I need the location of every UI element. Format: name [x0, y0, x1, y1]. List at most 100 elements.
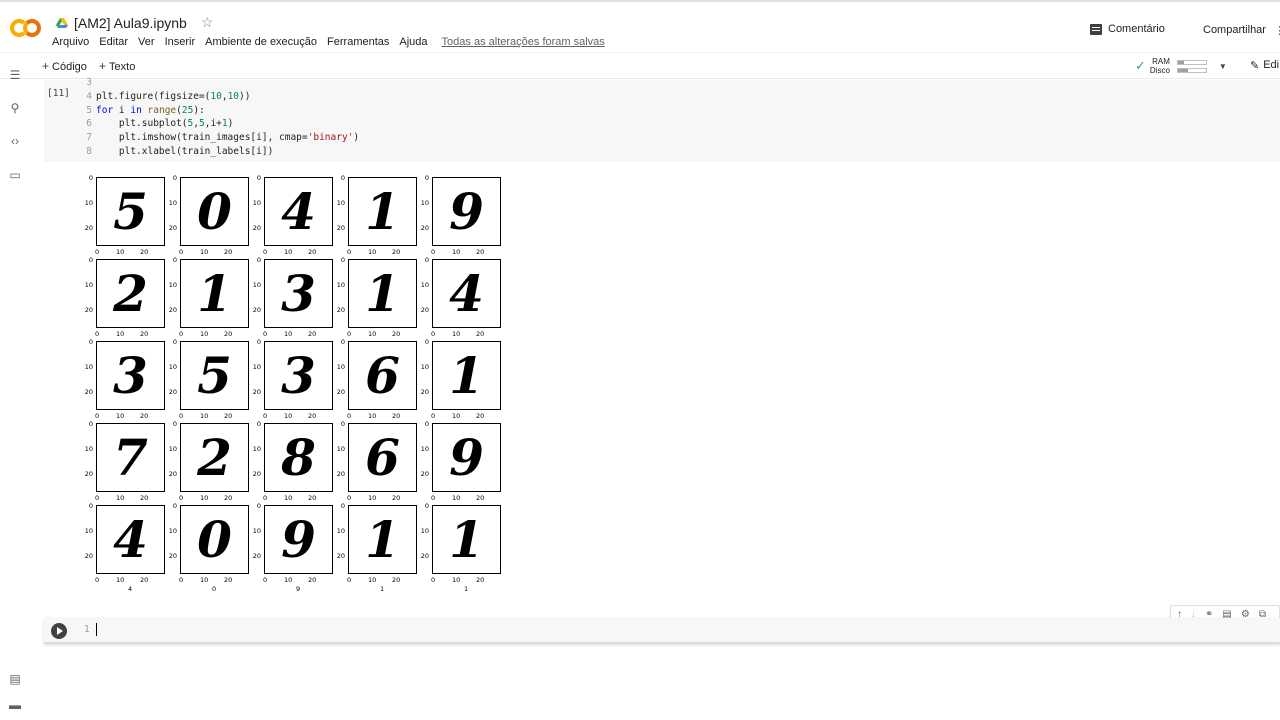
resource-indicator[interactable]: ✓ RAM Disco ▼ — [1135, 57, 1227, 75]
code-editor[interactable]: 3 4 plt.figure(figsize=(10,10)) 5 for i in r… — [82, 76, 359, 159]
y-tick-label: 20 — [420, 224, 429, 232]
y-tick-label: 20 — [336, 552, 345, 560]
code-line[interactable]: 7 plt.imshow(train_images[i], cmap='bina… — [82, 131, 359, 145]
digit-subplot: 1 — [432, 505, 501, 574]
y-tick-label: 20 — [168, 388, 177, 396]
x-tick-label: 20 — [140, 576, 149, 584]
empty-code-cell[interactable] — [44, 618, 1280, 644]
x-tick-label: 20 — [308, 412, 317, 420]
menu-item[interactable]: Inserir — [165, 36, 196, 48]
y-tick-label: 0 — [256, 338, 261, 346]
x-tick-label: 20 — [392, 494, 401, 502]
digit-image: 1 — [365, 181, 400, 241]
code-line[interactable]: 3 — [82, 76, 359, 90]
x-tick-label: 20 — [224, 248, 233, 256]
x-tick-label: 10 — [452, 412, 461, 420]
menu-item[interactable]: Arquivo — [52, 36, 89, 48]
y-tick-label: 20 — [168, 306, 177, 314]
y-tick-label: 10 — [336, 445, 345, 453]
command-palette-icon[interactable]: ▤ — [8, 672, 22, 686]
digit-subplot: 1 — [348, 259, 417, 328]
save-status[interactable]: Todas as alterações foram salvas — [442, 36, 605, 48]
menu-item[interactable]: Ajuda — [399, 36, 427, 48]
menu-item[interactable]: Ambiente de execução — [205, 36, 317, 48]
digit-image: 5 — [113, 181, 148, 241]
digit-subplot: 3 — [264, 259, 333, 328]
digit-subplot: 5 — [96, 177, 165, 246]
y-tick-label: 20 — [252, 552, 261, 560]
digit-subplot: 2 — [96, 259, 165, 328]
line-number: 6 — [86, 118, 92, 130]
y-tick-label: 20 — [336, 388, 345, 396]
digit-subplot: 9 — [432, 423, 501, 492]
search-icon[interactable]: ⚲ — [8, 101, 22, 115]
menu-item[interactable]: Editar — [99, 36, 128, 48]
digit-subplot: 1 — [348, 177, 417, 246]
share-button[interactable]: Compartilhar — [1203, 24, 1266, 36]
code-line[interactable]: 8 plt.xlabel(train_labels[i]) — [82, 145, 359, 159]
code-snippets-icon[interactable]: ‹› — [8, 134, 22, 148]
toc-icon[interactable]: ☰ — [8, 68, 22, 82]
digit-image: 9 — [281, 509, 316, 569]
digit-image: 0 — [197, 509, 232, 569]
x-tick-label: 10 — [200, 494, 209, 502]
notebook-toolbar: + Código + Texto ✓ RAM Disco ▼ ✎ Edi — [0, 52, 1280, 79]
y-tick-label: 10 — [168, 445, 177, 453]
y-tick-label: 10 — [420, 527, 429, 535]
y-tick-label: 0 — [88, 256, 93, 264]
code-line[interactable]: 5 for i in range(25): — [82, 104, 359, 118]
line-number: 5 — [86, 104, 92, 116]
menu-item[interactable]: Ver — [138, 36, 155, 48]
y-tick-label: 0 — [340, 174, 345, 182]
line-number: 4 — [86, 90, 92, 102]
x-tick-label: 10 — [116, 576, 125, 584]
digit-image: 4 — [281, 181, 316, 241]
x-tick-label: 10 — [368, 576, 377, 584]
digit-subplot: 9 — [432, 177, 501, 246]
add-code-button[interactable]: + Código — [42, 59, 87, 73]
digit-subplot: 1 — [348, 505, 417, 574]
add-text-button[interactable]: + Texto — [99, 59, 135, 73]
x-tick-label: 0 — [347, 248, 352, 256]
y-tick-label: 0 — [88, 420, 93, 428]
star-icon[interactable]: ☆ — [201, 14, 214, 31]
y-tick-label: 10 — [420, 281, 429, 289]
check-icon: ✓ — [1135, 58, 1146, 73]
digit-subplot: 4 — [432, 259, 501, 328]
y-tick-label: 20 — [420, 388, 429, 396]
notebook-title[interactable]: [AM2] Aula9.ipynb — [74, 15, 187, 31]
x-tick-label: 0 — [179, 330, 184, 338]
y-tick-label: 10 — [252, 527, 261, 535]
digit-image: 3 — [281, 345, 316, 405]
code-line[interactable]: 6 plt.subplot(5,5,i+1) — [82, 117, 359, 131]
x-tick-label: 10 — [368, 330, 377, 338]
colab-logo-icon[interactable] — [10, 19, 42, 37]
code-line[interactable]: 4 plt.figure(figsize=(10,10)) — [82, 90, 359, 104]
y-tick-label: 10 — [84, 199, 93, 207]
edit-button[interactable]: ✎ Edi — [1250, 59, 1279, 72]
x-tick-label: 10 — [284, 248, 293, 256]
run-cell-button[interactable] — [51, 623, 67, 639]
terminal-icon[interactable]: ▬ — [8, 698, 22, 712]
comment-button[interactable]: Comentário — [1090, 23, 1165, 35]
digit-subplot: 2 — [180, 423, 249, 492]
digit-subplot: 7 — [96, 423, 165, 492]
digit-image: 7 — [113, 427, 148, 487]
y-tick-label: 10 — [336, 363, 345, 371]
y-tick-label: 10 — [420, 445, 429, 453]
y-tick-label: 0 — [340, 420, 345, 428]
files-icon[interactable]: ▭ — [8, 168, 22, 182]
menu-item[interactable]: Ferramentas — [327, 36, 389, 48]
more-icon[interactable]: ⋮ — [1274, 24, 1280, 37]
y-tick-label: 20 — [420, 470, 429, 478]
x-tick-label: 20 — [476, 248, 485, 256]
x-tick-label: 10 — [452, 494, 461, 502]
digit-image: 1 — [449, 509, 484, 569]
digit-image: 6 — [365, 427, 400, 487]
x-tick-label: 0 — [263, 330, 268, 338]
x-tick-label: 0 — [347, 330, 352, 338]
subplot-xlabel: 0 — [212, 585, 217, 593]
chevron-down-icon[interactable]: ▼ — [1219, 62, 1227, 71]
line-number: 3 — [86, 77, 92, 88]
y-tick-label: 10 — [420, 199, 429, 207]
